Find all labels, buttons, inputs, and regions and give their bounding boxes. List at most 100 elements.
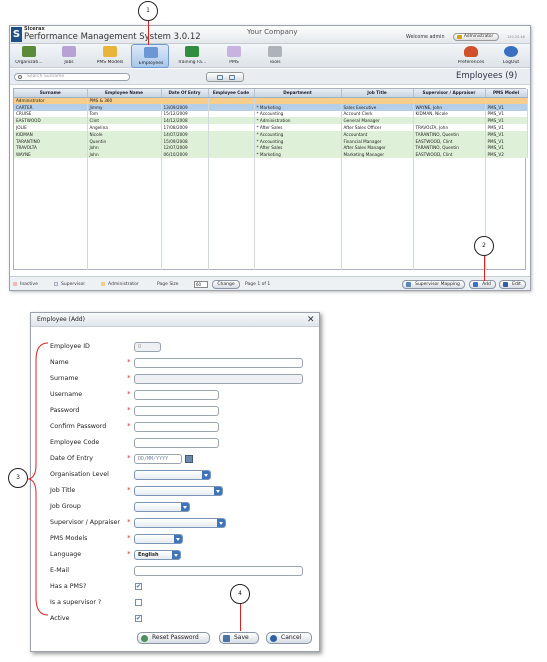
job-title-select[interactable] [134, 486, 223, 496]
pms-models-select[interactable] [134, 534, 183, 544]
nav-item-training[interactable]: Training Fa... [173, 44, 211, 68]
table-cell [208, 103, 255, 111]
edit-button[interactable]: Edit [499, 280, 526, 289]
label-email: E-Mail [50, 567, 70, 574]
table-row[interactable]: KIDMAN Nicole 14/07/2009 * Accounting Accoun… [14, 130, 528, 138]
has-pms-checkbox[interactable]: ✔ [135, 583, 142, 590]
role-button[interactable]: Administrator [453, 33, 499, 41]
label-confirm-password: Confirm Password [50, 423, 107, 430]
version-text: 120.20.48 [507, 35, 525, 39]
button-label: Reset Password [152, 634, 199, 641]
name-field[interactable] [134, 358, 303, 368]
page-size-input[interactable]: 60 [194, 281, 208, 288]
button-label: Add [482, 282, 491, 287]
required-icon: * [127, 374, 131, 382]
close-icon[interactable]: ✕ [307, 315, 315, 325]
reset-icon [141, 635, 148, 642]
app-window: S Sicerax Performance Management System … [9, 25, 531, 291]
table-row[interactable]: CRUISE Tom 15/12/2009 * Accounting Account C… [14, 110, 528, 118]
nav-item-preferences[interactable]: Preferences [452, 44, 490, 68]
nav-label: Tools [269, 60, 281, 65]
supervisor-mapping-button[interactable]: Supervisor Mapping [402, 280, 465, 289]
nav-item-pms[interactable]: PMS [215, 44, 253, 68]
employee-code-field[interactable] [134, 438, 219, 448]
column-header[interactable]: Employee Name [87, 89, 162, 98]
surname-field[interactable] [134, 374, 303, 384]
language-select[interactable]: English [134, 550, 181, 560]
table-row[interactable]: WAYNE John 06/10/2009 * Marketing Marketing … [14, 151, 528, 159]
required-icon: * [127, 390, 131, 398]
button-label: Supervisor Mapping [415, 282, 460, 287]
table-cell: CRUISE [14, 110, 88, 118]
reset-password-button[interactable]: Reset Password [137, 632, 210, 644]
required-icon: * [127, 486, 131, 494]
legend-label: Supervisor [61, 282, 86, 287]
table-cell: Jimmy [87, 103, 162, 111]
save-button[interactable]: Save [219, 632, 259, 644]
chevron-down-icon [217, 519, 225, 527]
refresh-icon[interactable] [229, 75, 235, 80]
column-header[interactable]: Employee Code [208, 89, 255, 98]
table-cell: TARANTINO, Quentin [413, 130, 486, 138]
filter-buttons[interactable] [206, 72, 244, 82]
toolbar: Search Surname Employees (9) [10, 69, 530, 85]
header-row: Surname Employee Name Date Of Entry Empl… [14, 89, 528, 98]
organisation-level-select[interactable] [134, 470, 211, 480]
required-icon: * [127, 518, 131, 526]
date-of-entry-field[interactable]: DD/MM/YYYY [134, 454, 182, 464]
callout-3: 3 [8, 468, 28, 488]
table-row[interactable]: TARANTINO Quentin 15/09/2008 * Accounting Fi… [14, 137, 528, 145]
password-field[interactable] [134, 406, 219, 416]
add-button[interactable]: Add [469, 280, 496, 289]
table-row[interactable]: JOLIE Angelina 17/08/2009 * After Sales Afte… [14, 124, 528, 131]
active-checkbox[interactable]: ✔ [135, 615, 142, 622]
table-row[interactable]: EASTWOOD Clint 14/12/2008 * Administration G… [14, 117, 528, 125]
is-supervisor-checkbox[interactable] [135, 599, 142, 606]
column-header[interactable]: Job Title [341, 89, 414, 98]
chevron-down-icon [214, 487, 222, 495]
table-cell: Account Clerk [341, 110, 414, 118]
table-cell: Marketing Manager [341, 151, 414, 159]
legend-label: Administrator [108, 282, 139, 287]
nav-item-jobs[interactable]: Jobs [50, 44, 88, 68]
table-row[interactable]: CARTER Jimmy 13/09/2009 * Marketing Sales Ex… [14, 103, 528, 111]
table-cell: EASTWOOD, Clint [413, 137, 486, 145]
filter-icon[interactable] [217, 75, 223, 80]
column-header[interactable]: Supervisor / Appraiser [413, 89, 486, 98]
table-cell: EASTWOOD, Clint [413, 151, 486, 159]
job-group-select[interactable] [134, 502, 190, 512]
column-header[interactable]: Department [254, 89, 342, 98]
header-bar: S Sicerax Performance Management System … [10, 26, 530, 44]
column-header[interactable]: PMS Model [485, 89, 528, 98]
username-field[interactable] [134, 390, 219, 400]
table-cell: Quentin [87, 137, 162, 145]
column-header[interactable]: Date Of Entry [161, 89, 209, 98]
change-button[interactable]: Change [212, 280, 240, 289]
nav-item-employees[interactable]: Employees [131, 44, 169, 68]
cancel-icon [270, 635, 277, 642]
label-language: Language [50, 551, 82, 558]
mapping-icon [406, 282, 411, 287]
nav-item-tools[interactable]: Tools [256, 44, 294, 68]
column-header[interactable]: Surname [14, 89, 88, 98]
chevron-down-icon [174, 535, 182, 543]
calendar-icon[interactable] [185, 455, 193, 463]
search-input[interactable]: Search Surname [14, 73, 130, 81]
table-cell: TARANTINO [14, 137, 88, 145]
confirm-password-field[interactable] [134, 422, 219, 432]
legend-swatch [13, 282, 17, 286]
grid-divider [254, 137, 255, 270]
nav-item-logout[interactable]: LogOut [492, 44, 530, 68]
supervisor-select[interactable] [134, 518, 226, 528]
language-value: English [138, 552, 159, 558]
nav-item-organization[interactable]: Organizati... [10, 44, 48, 68]
table-row[interactable]: TRAVOLTA John 12/07/2009 * After Sales After… [14, 144, 528, 152]
section-title: Employees (9) [456, 71, 518, 81]
nav-item-pms-models[interactable]: PMS Models [91, 44, 129, 68]
nav-label: Preferences [457, 60, 485, 65]
cancel-button[interactable]: Cancel [266, 632, 312, 644]
legend-inactive: Inactive [13, 282, 38, 287]
email-field[interactable] [134, 566, 303, 576]
table-row[interactable]: Administrator PMS & 360 [14, 97, 528, 104]
table-cell [413, 97, 486, 104]
